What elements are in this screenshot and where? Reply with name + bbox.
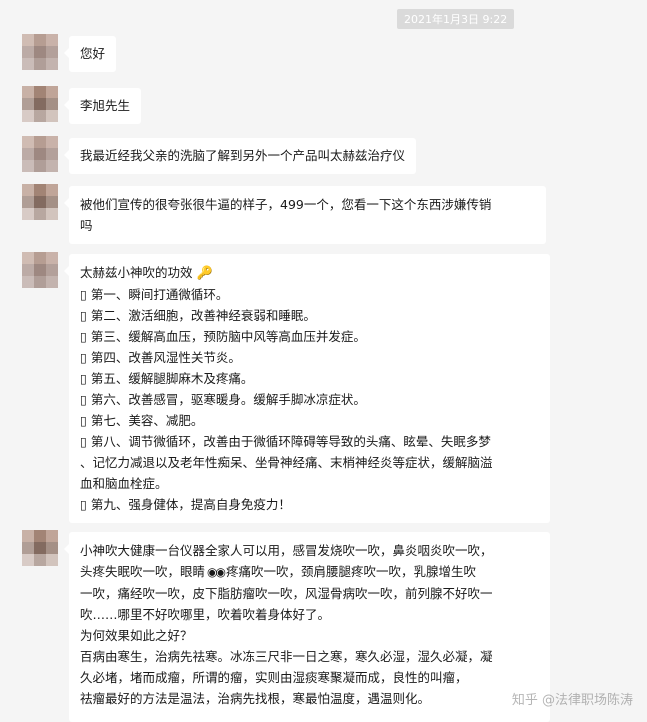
avatar[interactable]	[22, 184, 58, 220]
message-text-row: 头疼失眠吹一吹，眼睛 ◉◉ 疼痛吹一吹，颈肩腰腿疼吹一吹，乳腺增生吹	[80, 561, 539, 583]
key-icon: 🔑	[196, 266, 213, 281]
message-text: 被他们宣传的很夸张很牛逼的样子，499一个，您看一下这个东西涉嫌传销	[80, 197, 492, 212]
message-text: 疼痛吹一吹，颈肩腰腿疼吹一吹，乳腺增生吹	[225, 564, 476, 579]
chat-message: 小神吹大健康一台仪器全家人可以用，感冒发烧吹一吹，鼻炎咽炎吹一吹， 头疼失眠吹一…	[0, 530, 647, 722]
message-text: 百病由寒生，治病先祛寒。冰冻三尺非一日之寒，寒久必湿，湿久必凝，凝	[80, 649, 493, 664]
chat-message: 被他们宣传的很夸张很牛逼的样子，499一个，您看一下这个东西涉嫌传销 吗	[0, 184, 647, 244]
message-text: 一吹，痛经吹一吹，皮下脂肪瘤吹一吹，风湿骨病吹一吹，前列腺不好吹一	[80, 586, 493, 601]
message-title: 太赫兹小神吹的功效	[80, 265, 193, 280]
message-text: 吹……哪里不好吹哪里，吹着吹着身体好了。	[80, 607, 331, 622]
avatar[interactable]	[22, 252, 58, 288]
message-text: 为何效果如此之好？	[80, 628, 193, 643]
message-bubble[interactable]: 李旭先生	[63, 88, 142, 124]
avatar[interactable]	[22, 136, 58, 172]
message-text: 李旭先生	[80, 98, 131, 113]
avatar[interactable]	[22, 34, 58, 70]
message-text: ▯ 第九、强身健体，提高自身免疫力！	[80, 497, 291, 512]
message-bubble[interactable]: 我最近经我父亲的洗脑了解到另外一个产品叫太赫兹治疗仪	[63, 138, 417, 174]
message-text: 您好	[80, 46, 106, 61]
message-title-row: 太赫兹小神吹的功效 🔑	[80, 262, 539, 284]
message-text: ▯ 第四、改善风湿性关节炎。	[80, 350, 241, 365]
watermark: 知乎 @法律职场陈涛	[511, 693, 633, 708]
message-bubble[interactable]: 被他们宣传的很夸张很牛逼的样子，499一个，您看一下这个东西涉嫌传销 吗	[64, 186, 546, 244]
chat-message: 李旭先生	[0, 86, 647, 130]
chat-message: 您好	[0, 34, 647, 78]
message-text: ▯ 第八、调节微循环，改善由于微循环障碍等导致的头痛、眩晕、失眠多梦	[80, 434, 491, 449]
eyes-icon: ◉◉	[207, 565, 226, 579]
message-text: 小神吹大健康一台仪器全家人可以用，感冒发烧吹一吹，鼻炎咽炎吹一吹，	[80, 543, 493, 558]
message-text: 久必堵，堵而成瘤，所谓的瘤，实则由湿痰寒聚凝而成，良性的叫瘤，	[80, 670, 468, 685]
message-text: ▯ 第三、缓解高血压，预防脑中风等高血压并发症。	[80, 329, 366, 344]
message-text: 头疼失眠吹一吹，眼睛	[80, 564, 206, 579]
avatar[interactable]	[22, 86, 58, 122]
message-text: 血和脑血栓症。	[80, 476, 168, 491]
message-bubble[interactable]: 小神吹大健康一台仪器全家人可以用，感冒发烧吹一吹，鼻炎咽炎吹一吹， 头疼失眠吹一…	[64, 532, 550, 722]
message-text: 我最近经我父亲的洗脑了解到另外一个产品叫太赫兹治疗仪	[80, 148, 406, 163]
chat-message: 我最近经我父亲的洗脑了解到另外一个产品叫太赫兹治疗仪	[0, 136, 647, 180]
message-text: 吗	[80, 218, 93, 233]
message-bubble[interactable]: 太赫兹小神吹的功效 🔑 ▯ 第一、瞬间打通微循环。 ▯ 第二、激活细胞，改善神经衰…	[64, 254, 550, 523]
message-text: ▯ 第五、缓解腿脚麻木及疼痛。	[80, 371, 254, 386]
message-timestamp: 2021年1月3日 9:22	[397, 9, 515, 29]
message-text: 祛瘤最好的方法是温法，治病先找根，寒最怕温度，遇温则化。	[80, 691, 431, 706]
message-text: ▯ 第七、美容、减肥。	[80, 413, 204, 428]
message-bubble[interactable]: 您好	[63, 36, 117, 72]
message-text: ▯ 第一、瞬间打通微循环。	[80, 287, 229, 302]
message-text: ▯ 第六、改善感冒，驱寒暖身。缓解手脚冰凉症状。	[80, 392, 366, 407]
message-text: 、记忆力减退以及老年性痴呆、坐骨神经痛、末梢神经炎等症状，缓解脑溢	[80, 455, 493, 470]
chat-message: 太赫兹小神吹的功效 🔑 ▯ 第一、瞬间打通微循环。 ▯ 第二、激活细胞，改善神经衰…	[0, 252, 647, 523]
avatar[interactable]	[22, 530, 58, 566]
message-text: ▯ 第二、激活细胞，改善神经衰弱和睡眠。	[80, 308, 316, 323]
